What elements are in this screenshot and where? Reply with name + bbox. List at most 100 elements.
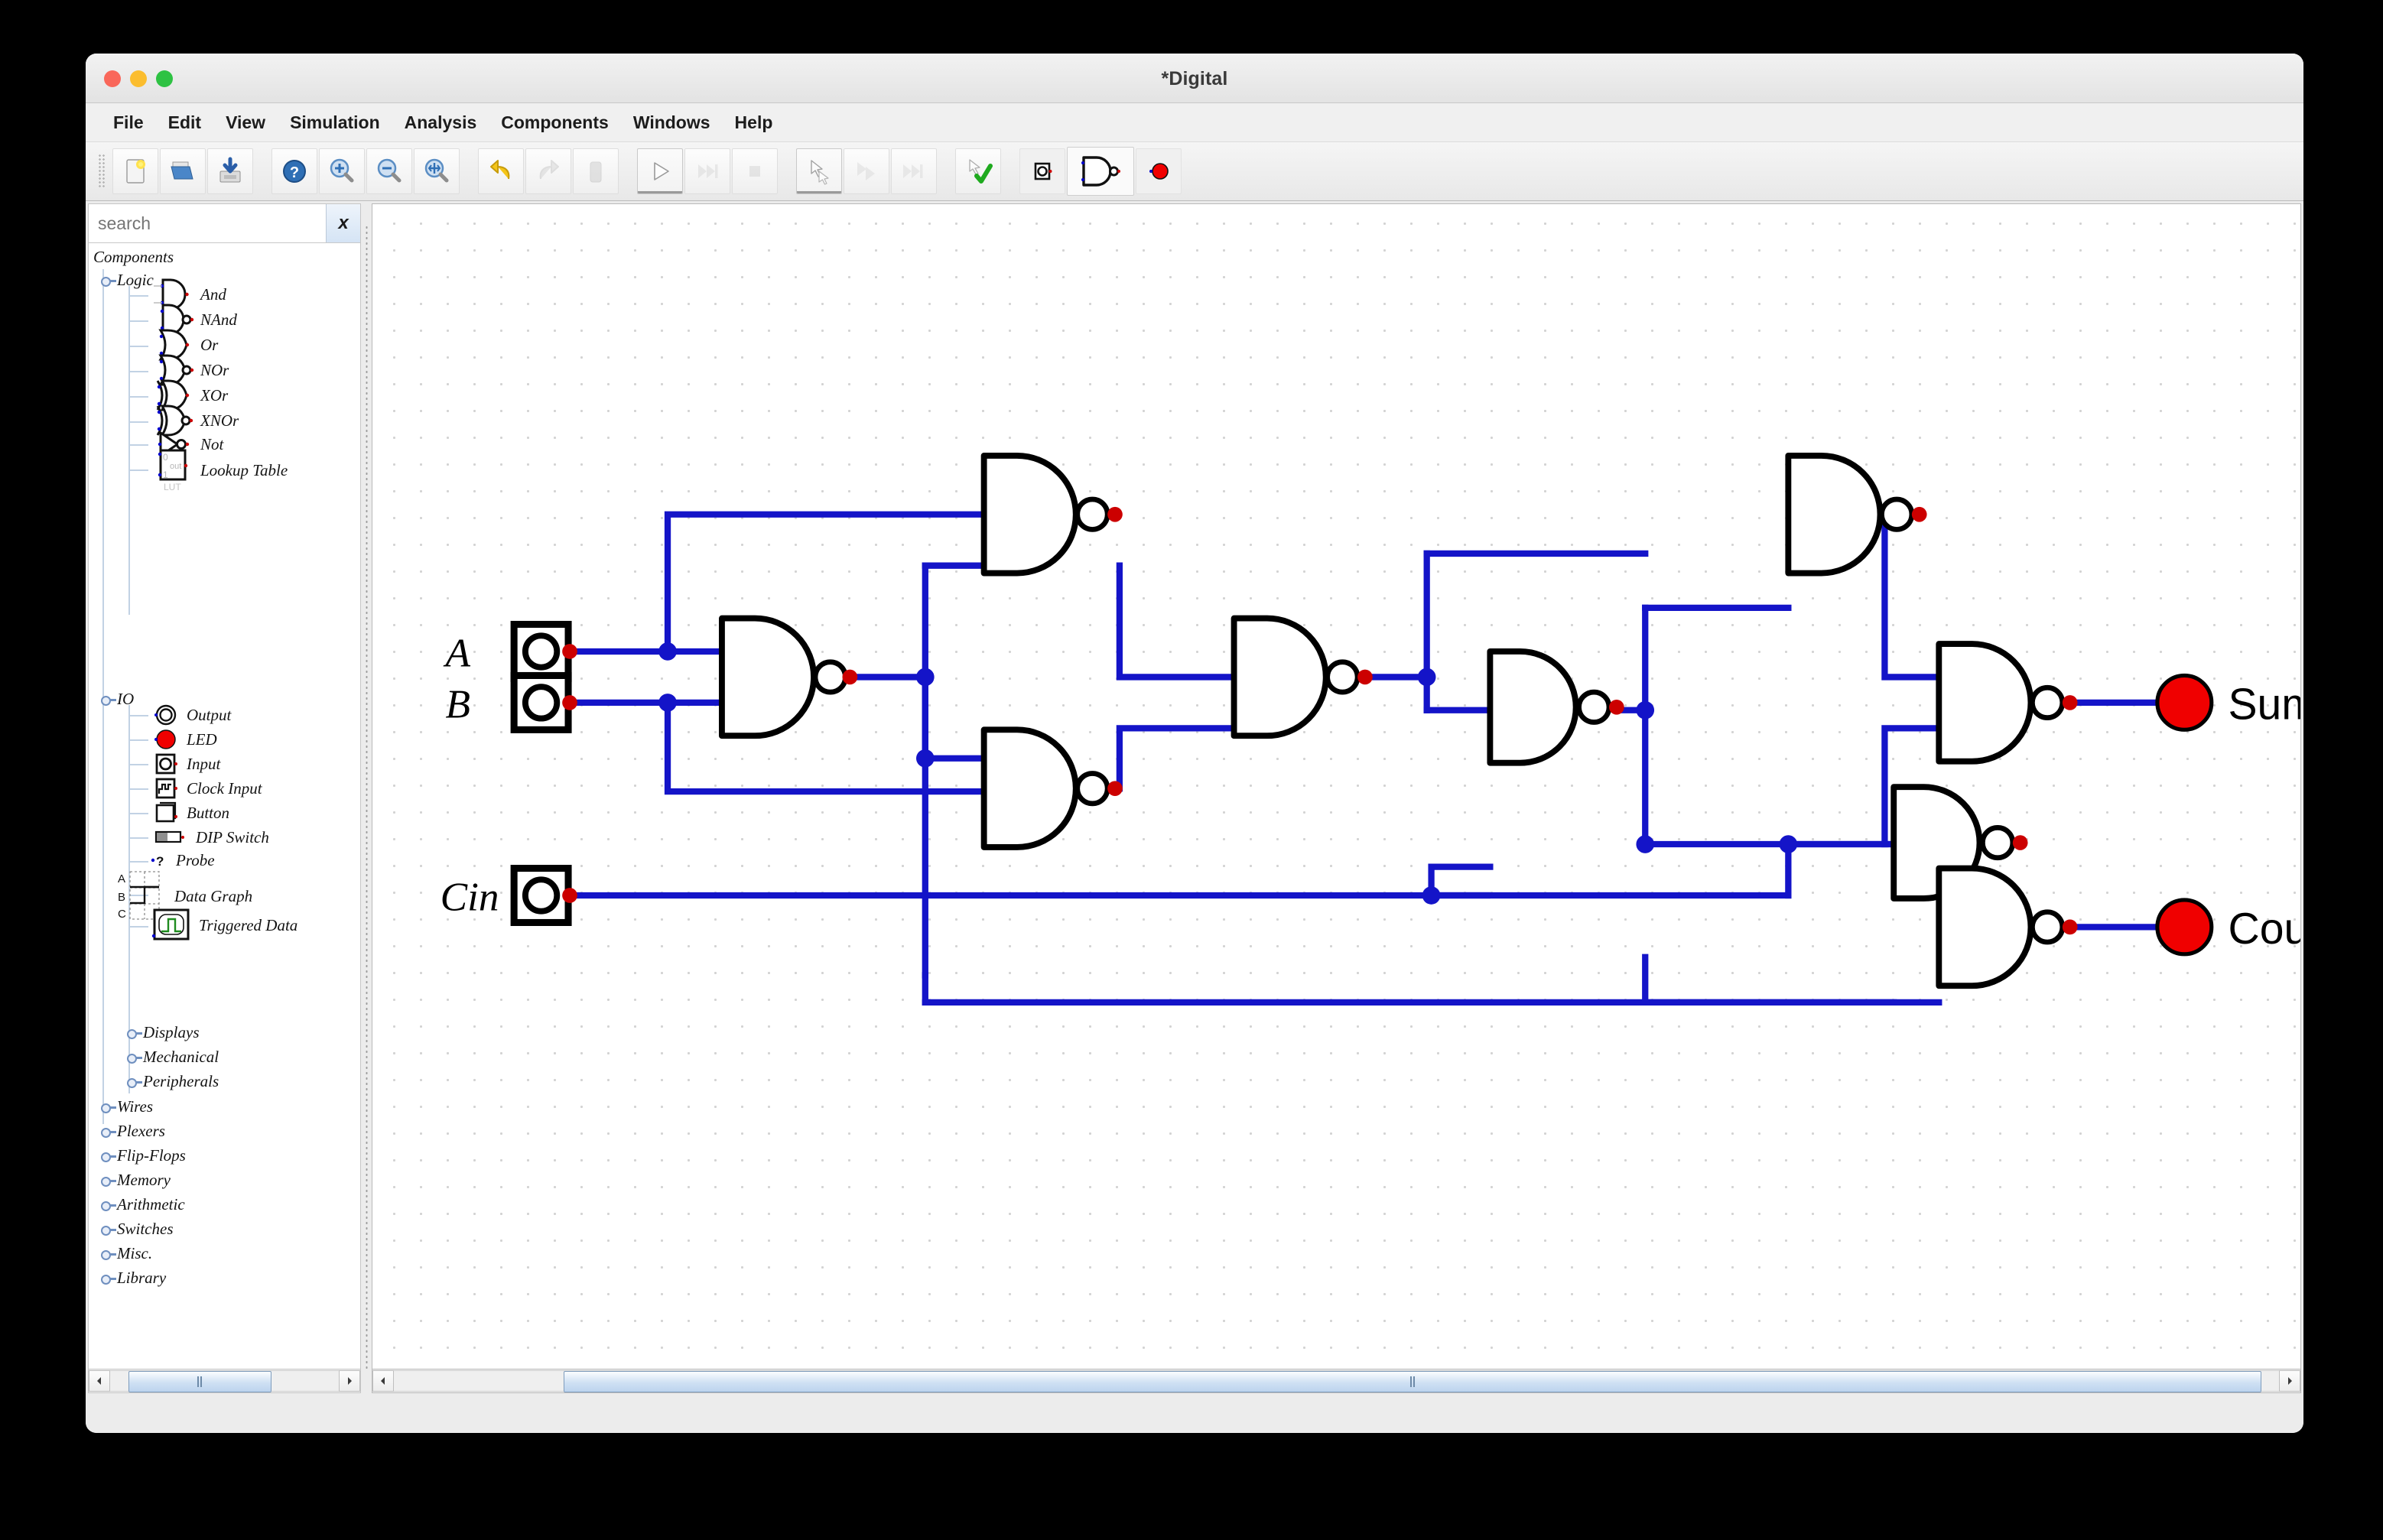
lut-box-icon: 0 1 out LUT <box>158 449 188 492</box>
place-nand-button[interactable] <box>1067 147 1134 196</box>
tree-item-output[interactable]: Output <box>150 702 231 728</box>
output-cout[interactable]: Cout <box>2155 898 2300 957</box>
menu-bar: File Edit View Simulation Analysis Compo… <box>86 103 2303 142</box>
zoom-in-button[interactable] <box>319 148 365 194</box>
tree-item-probe[interactable]: ? Probe <box>150 850 215 870</box>
tree-category-displays[interactable]: Displays <box>127 1023 200 1042</box>
expand-handle-icon[interactable] <box>101 1174 116 1187</box>
expand-handle-icon[interactable] <box>101 1272 116 1285</box>
gate-nand-4[interactable] <box>1231 615 1373 739</box>
expand-handle-icon[interactable] <box>127 1051 142 1064</box>
scroll-track[interactable] <box>394 1370 2279 1392</box>
gate-nand-9-cout[interactable] <box>1936 865 2078 989</box>
step-mode-button[interactable] <box>796 148 842 194</box>
scroll-left-arrow-icon[interactable] <box>89 1370 110 1392</box>
place-input-button[interactable] <box>1019 148 1065 194</box>
expand-handle-icon[interactable] <box>101 1125 116 1138</box>
full-adder-schematic: .w{stroke:#1414c8;stroke-width:4.2;fill:… <box>441 452 2300 1006</box>
gate-nand-3[interactable] <box>980 726 1123 850</box>
toolbar-group-view: ? <box>271 148 460 194</box>
toolbar-drag-grip[interactable] <box>98 154 106 189</box>
save-file-button[interactable] <box>207 148 253 194</box>
tree-item-triggered-data[interactable]: Triggered Data <box>150 907 297 944</box>
redo-arrow-icon <box>539 160 559 180</box>
expand-handle-icon[interactable] <box>101 274 116 287</box>
expand-handle-icon[interactable] <box>101 693 116 706</box>
scroll-thumb-grip-icon <box>1409 1376 1416 1387</box>
tree-category-plexers[interactable]: Plexers <box>101 1122 165 1141</box>
tree-item-dip-switch[interactable]: DIP Switch <box>150 827 269 847</box>
new-file-button[interactable] <box>112 148 158 194</box>
scroll-right-arrow-icon[interactable] <box>339 1370 360 1392</box>
scroll-track[interactable] <box>110 1370 339 1392</box>
expand-handle-icon[interactable] <box>101 1223 116 1236</box>
panel-splitter[interactable] <box>361 203 372 1393</box>
scroll-right-arrow-icon[interactable] <box>2279 1370 2300 1392</box>
tree-root-components[interactable]: Components <box>93 248 174 267</box>
tree-item-lookup-table[interactable]: 0 1 out LUT Lookup Table <box>150 446 288 495</box>
expand-handle-icon[interactable] <box>101 1149 116 1162</box>
input-b[interactable]: B <box>446 671 577 733</box>
gate-nand-5[interactable] <box>1487 648 1624 766</box>
run-simulation-button[interactable] <box>637 148 683 194</box>
input-a[interactable]: A <box>444 620 577 682</box>
input-cin[interactable]: Cin <box>441 865 577 926</box>
tree-dash <box>128 861 148 863</box>
expand-handle-icon[interactable] <box>101 1247 116 1260</box>
tree-category-wires[interactable]: Wires <box>101 1097 153 1116</box>
tree-item-label: DIP Switch <box>196 827 269 846</box>
zoom-out-button[interactable] <box>366 148 412 194</box>
tree-category-switches[interactable]: Switches <box>101 1220 174 1239</box>
tree-item-button[interactable]: Button <box>150 800 229 826</box>
gate-nand-8-sum[interactable] <box>1936 641 2078 765</box>
menu-components[interactable]: Components <box>489 110 621 135</box>
tree-category-memory[interactable]: Memory <box>101 1171 171 1190</box>
components-tree[interactable]: Components Logic And NAnd Or NOr XOr XNO… <box>89 243 360 1369</box>
menu-view[interactable]: View <box>213 110 278 135</box>
menu-file[interactable]: File <box>101 110 156 135</box>
gate-nand-1[interactable] <box>718 615 858 739</box>
tree-category-library[interactable]: Library <box>101 1269 166 1288</box>
expand-handle-icon[interactable] <box>101 1100 116 1113</box>
check-circuit-button[interactable] <box>955 148 1001 194</box>
menu-help[interactable]: Help <box>723 110 785 135</box>
tree-item-clock-input[interactable]: Clock Input <box>150 775 262 801</box>
circuit-canvas[interactable]: .w{stroke:#1414c8;stroke-width:4.2;fill:… <box>372 203 2301 1369</box>
tree-category-arithmetic[interactable]: Arithmetic <box>101 1195 185 1214</box>
scroll-thumb[interactable] <box>128 1371 272 1392</box>
canvas-horizontal-scrollbar[interactable] <box>372 1369 2301 1393</box>
tree-item-led[interactable]: LED <box>150 726 217 752</box>
gate-nand-6[interactable] <box>1785 452 1927 577</box>
tree-category-misc[interactable]: Misc. <box>101 1244 152 1263</box>
output-sum[interactable]: Sum <box>2155 673 2300 732</box>
scroll-thumb[interactable] <box>563 1371 2262 1392</box>
zoom-fit-button[interactable] <box>414 148 460 194</box>
tree-category-mechanical[interactable]: Mechanical <box>127 1048 219 1067</box>
menu-windows[interactable]: Windows <box>621 110 723 135</box>
expand-handle-icon[interactable] <box>127 1075 142 1088</box>
tree-dash <box>128 295 148 297</box>
help-button[interactable]: ? <box>271 148 317 194</box>
tree-category-label: Logic <box>117 271 154 289</box>
search-clear-button[interactable]: x <box>326 204 360 242</box>
open-file-button[interactable] <box>160 148 206 194</box>
place-led-button[interactable] <box>1136 148 1182 194</box>
components-horizontal-scrollbar[interactable] <box>89 1369 360 1392</box>
tree-item-input[interactable]: Input <box>150 751 220 777</box>
tree-category-io[interactable]: IO <box>101 690 134 709</box>
output-ring-icon <box>154 704 177 726</box>
tree-category-peripherals[interactable]: Peripherals <box>127 1072 219 1091</box>
undo-button[interactable] <box>478 148 524 194</box>
status-bar <box>86 1393 2303 1433</box>
menu-analysis[interactable]: Analysis <box>392 110 489 135</box>
menu-edit[interactable]: Edit <box>156 110 213 135</box>
tree-category-logic[interactable]: Logic <box>101 271 154 290</box>
scroll-left-arrow-icon[interactable] <box>372 1370 394 1392</box>
main-body: x Components Logic <box>86 201 2303 1393</box>
gate-nand-2[interactable] <box>980 452 1123 577</box>
search-input[interactable] <box>89 204 326 242</box>
tree-category-flip-flops[interactable]: Flip-Flops <box>101 1146 186 1165</box>
expand-handle-icon[interactable] <box>127 1026 142 1039</box>
expand-handle-icon[interactable] <box>101 1198 116 1211</box>
menu-simulation[interactable]: Simulation <box>278 110 392 135</box>
